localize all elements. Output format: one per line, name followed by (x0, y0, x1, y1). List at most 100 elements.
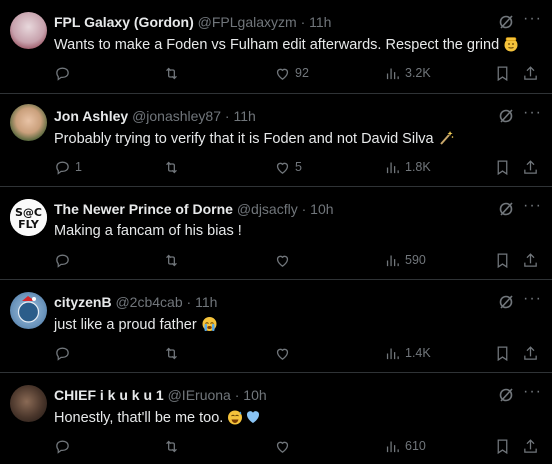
action-bar: 1 5 1.8K (54, 158, 542, 178)
like-button[interactable] (274, 344, 295, 362)
bookmark-button[interactable] (494, 64, 511, 82)
grok-icon[interactable] (498, 14, 514, 30)
sweat-smile-icon (227, 409, 243, 429)
views-button[interactable]: 1.4K (384, 344, 431, 362)
retweet-button[interactable] (163, 344, 184, 362)
tweet[interactable]: CHIEF i k u k u 1 @IEruona · 10h ··· Hon… (0, 373, 552, 464)
views-chart-icon (386, 441, 399, 452)
timestamp[interactable]: · 11h (187, 294, 218, 310)
action-bar: 590 (54, 251, 542, 271)
avatar[interactable] (10, 104, 47, 141)
reply-button[interactable] (54, 251, 75, 269)
author-name[interactable]: The Newer Prince of Dorne (54, 201, 233, 217)
share-button[interactable] (522, 64, 539, 82)
heart-icon (276, 441, 289, 453)
more-options-icon[interactable]: ··· (523, 383, 542, 401)
views-button[interactable]: 610 (384, 437, 426, 455)
retweet-button[interactable] (163, 437, 184, 455)
author-name[interactable]: cityzenB (54, 294, 112, 310)
avatar[interactable] (10, 12, 47, 49)
club-crest-icon (17, 296, 40, 323)
share-icon (524, 159, 537, 174)
more-options-icon[interactable]: ··· (523, 290, 542, 308)
avatar[interactable] (10, 385, 47, 422)
timestamp[interactable]: · 10h (302, 201, 334, 217)
timestamp[interactable]: · 11h (301, 14, 332, 30)
author-handle[interactable]: @FPLgalaxyzm (198, 14, 297, 30)
sacfly-logo: S@CFLY (10, 199, 47, 236)
blue-heart-icon (245, 409, 261, 429)
heart-icon (276, 348, 289, 360)
svg-text:FLY: FLY (18, 218, 40, 231)
more-options-icon[interactable]: ··· (523, 10, 542, 28)
tweet[interactable]: cityzenB @2cb4cab · 11h ··· just like a … (0, 280, 552, 373)
reply-button[interactable] (54, 437, 75, 455)
author-name[interactable]: FPL Galaxy (Gordon) (54, 14, 194, 30)
views-button[interactable]: 590 (384, 251, 426, 269)
reply-button[interactable]: 1 (54, 158, 82, 176)
heart-icon (276, 255, 289, 267)
reply-feed: FPL Galaxy (Gordon) @FPLgalaxyzm · 11h ·… (0, 0, 552, 464)
magic-wand-icon (438, 130, 454, 150)
action-bar: 610 (54, 437, 542, 457)
reply-count: 1 (75, 160, 82, 174)
author-handle[interactable]: @IEruona (168, 387, 231, 403)
retweet-button[interactable] (163, 251, 184, 269)
grok-icon[interactable] (498, 108, 514, 124)
heart-icon (276, 162, 289, 174)
retweet-icon (166, 347, 177, 359)
retweet-icon (166, 254, 177, 266)
more-options-icon[interactable]: ··· (523, 104, 542, 122)
author-name[interactable]: CHIEF i k u k u 1 (54, 387, 164, 403)
retweet-icon (166, 440, 177, 452)
tweet-text-content: Honestly, that'll be me too. (54, 410, 224, 426)
like-button[interactable] (274, 437, 295, 455)
tweet[interactable]: FPL Galaxy (Gordon) @FPLgalaxyzm · 11h ·… (0, 0, 552, 94)
grok-icon[interactable] (498, 294, 514, 310)
views-button[interactable]: 1.8K (384, 158, 431, 176)
share-button[interactable] (522, 437, 539, 455)
tweet-text: Probably trying to verify that it is Fod… (54, 130, 502, 150)
tweet-header: CHIEF i k u k u 1 @IEruona · 10h (54, 387, 482, 403)
bookmark-button[interactable] (494, 251, 511, 269)
like-count: 5 (295, 160, 302, 174)
view-count: 610 (405, 439, 426, 453)
reply-icon (56, 440, 69, 454)
tweet-text-content: Wants to make a Foden vs Fulham edit aft… (54, 37, 500, 53)
avatar[interactable] (10, 292, 47, 329)
bookmark-button[interactable] (494, 437, 511, 455)
reply-button[interactable] (54, 344, 75, 362)
like-button[interactable]: 92 (274, 64, 309, 82)
tweet[interactable]: S@C FLY The Newer Prince of Dorne @djsacf… (0, 187, 552, 280)
avatar[interactable]: S@C FLY (10, 199, 47, 236)
crying-face-icon (201, 316, 218, 336)
bookmark-button[interactable] (494, 344, 511, 362)
bookmark-icon (497, 65, 508, 81)
bookmark-icon (497, 159, 508, 175)
share-icon (524, 252, 537, 267)
author-name[interactable]: Jon Ashley (54, 108, 128, 124)
like-count: 92 (295, 66, 309, 80)
retweet-button[interactable] (163, 64, 184, 82)
reply-button[interactable] (54, 64, 75, 82)
grok-icon[interactable] (498, 201, 514, 217)
like-button[interactable] (274, 251, 295, 269)
timestamp[interactable]: · 11h (225, 108, 256, 124)
share-icon (524, 65, 537, 80)
share-button[interactable] (522, 344, 539, 362)
bookmark-button[interactable] (494, 158, 511, 176)
share-button[interactable] (522, 251, 539, 269)
views-chart-icon (386, 348, 399, 359)
timestamp[interactable]: · 10h (235, 387, 267, 403)
retweet-button[interactable] (163, 158, 184, 176)
tweet[interactable]: Jon Ashley @jonashley87 · 11h ··· Probab… (0, 94, 552, 187)
author-handle[interactable]: @2cb4cab (115, 294, 182, 310)
more-options-icon[interactable]: ··· (523, 197, 542, 215)
like-button[interactable]: 5 (274, 158, 302, 176)
share-button[interactable] (522, 158, 539, 176)
author-handle[interactable]: @djsacfly (237, 201, 298, 217)
share-icon (524, 345, 537, 360)
grok-icon[interactable] (498, 387, 514, 403)
views-button[interactable]: 3.2K (384, 64, 431, 82)
author-handle[interactable]: @jonashley87 (132, 108, 221, 124)
